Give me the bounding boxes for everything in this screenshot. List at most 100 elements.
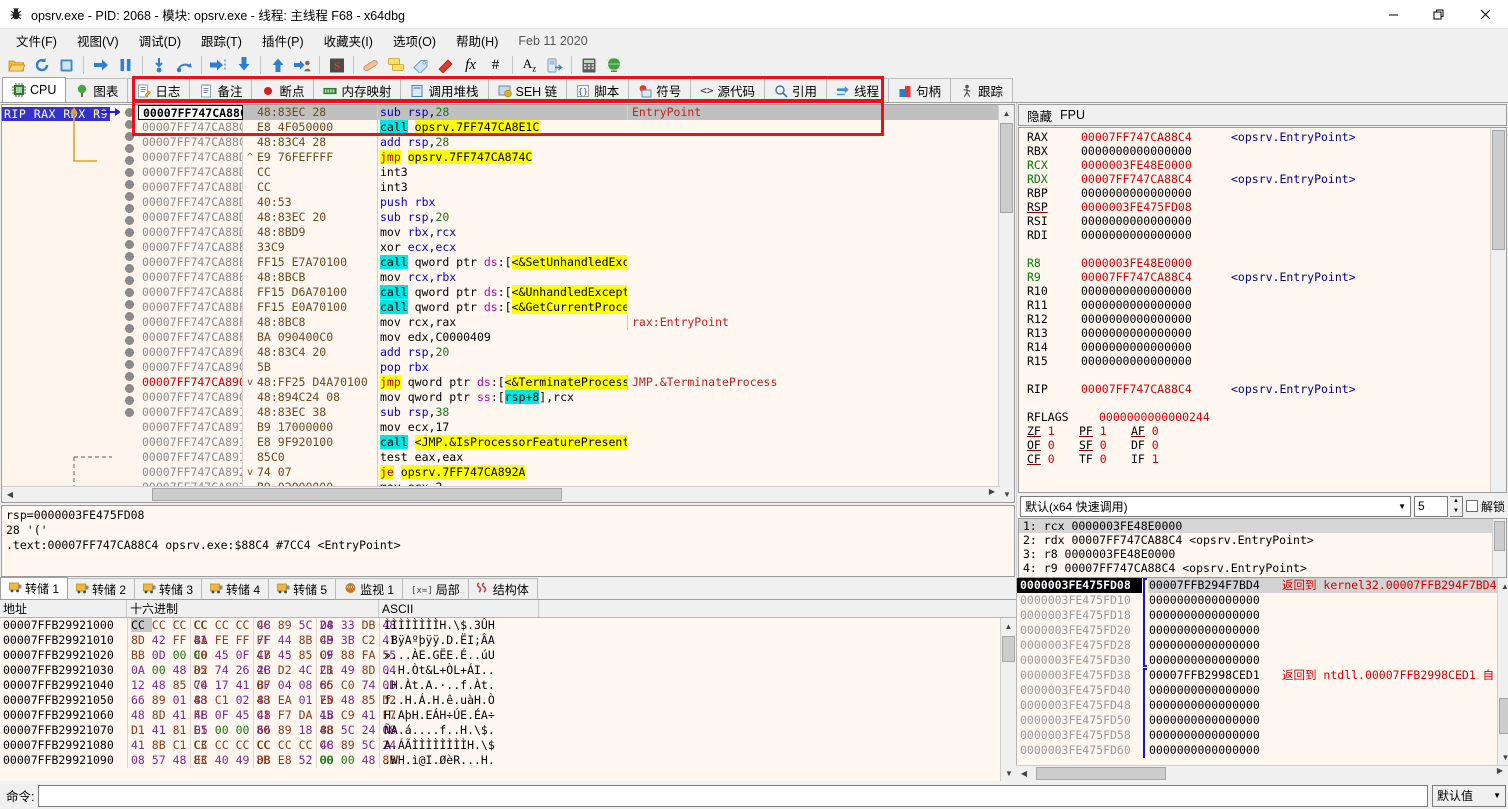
tab-graph[interactable]: 图表 bbox=[65, 78, 129, 102]
dump-tab-5[interactable]: 转储 5 bbox=[268, 578, 337, 599]
skip-button[interactable]: S bbox=[324, 53, 349, 77]
tab-call-stack[interactable]: 调用堆栈 bbox=[400, 78, 489, 102]
tab-trace[interactable]: 跟踪 bbox=[950, 78, 1014, 102]
scroll-thumb[interactable] bbox=[1494, 521, 1505, 551]
hide-fpu-link[interactable]: 隐藏 bbox=[1027, 106, 1052, 125]
stack-row[interactable]: 0000003FE475FD58 0000000000000000 bbox=[1017, 728, 1497, 743]
dump-panel[interactable]: 00007FFB29921000 CC CC CC CC CC CC CC CC 48… bbox=[0, 618, 1016, 781]
dump-tab-2[interactable]: 转储 2 bbox=[67, 578, 136, 599]
disassembly-row[interactable]: 00007FF747CA891F 85C0 test eax,eax bbox=[138, 450, 998, 465]
breakpoint-dot[interactable] bbox=[124, 384, 134, 393]
step-over-button[interactable] bbox=[172, 53, 197, 77]
scroll-up-arrow[interactable]: ▲ bbox=[1498, 578, 1508, 594]
flag-df[interactable]: DF 0 bbox=[1131, 438, 1183, 452]
restart-button[interactable] bbox=[29, 53, 54, 77]
register-list[interactable]: RAX 00007FF747CA88C4 <opsrv.EntryPoint> RBX… bbox=[1019, 128, 1490, 492]
dump-tab-8[interactable]: 结构体 bbox=[467, 578, 538, 599]
fpu-label[interactable]: FPU bbox=[1060, 108, 1085, 122]
attach-button[interactable] bbox=[601, 53, 626, 77]
disassembly-row[interactable]: 00007FF747CA8905 v 48:FF25 D4A70100 jmp qwo… bbox=[138, 375, 998, 390]
breakpoint-dot[interactable] bbox=[124, 192, 134, 201]
disassembly-row[interactable]: 00007FF747CA88EC FF15 D6A70100 call qword … bbox=[138, 285, 998, 300]
breakpoint-dot[interactable] bbox=[124, 324, 134, 333]
menu-file[interactable]: 文件(F) bbox=[6, 28, 67, 53]
font-button[interactable]: Az bbox=[517, 53, 542, 77]
disassembly-row[interactable]: 00007FF747CA88D8 40:53 push rbx bbox=[138, 195, 998, 210]
breakpoint-dot[interactable] bbox=[124, 300, 134, 309]
calculator-button[interactable] bbox=[576, 53, 601, 77]
flag-pf[interactable]: PF 1 bbox=[1079, 424, 1131, 438]
breakpoint-dot[interactable] bbox=[124, 408, 134, 417]
disassembly-vscrollbar[interactable]: ▲ ▼ bbox=[998, 105, 1014, 503]
dump-row[interactable]: 00007FFB29921030 0A 00 48 85 D2 74 26 4C 2B… bbox=[0, 663, 1000, 678]
scroll-up-arrow[interactable]: ▲ bbox=[1001, 618, 1016, 634]
dump-row[interactable]: 00007FFB29921060 48 8D 41 FE 48 0F 45 C1 48… bbox=[0, 708, 1000, 723]
dump-row[interactable]: 00007FFB29921080 41 8B C1 C3 CC CC CC CC CC… bbox=[0, 738, 1000, 753]
register-row[interactable]: RBX 0000000000000000 bbox=[1027, 144, 1490, 158]
label-button[interactable] bbox=[408, 53, 433, 77]
scroll-down-arrow[interactable]: ▼ bbox=[1498, 749, 1508, 765]
breakpoint-dot[interactable] bbox=[124, 276, 134, 285]
register-row[interactable]: RCX 0000003FE48E0000 bbox=[1027, 158, 1490, 172]
stack-row[interactable]: 0000003FE475FD50 0000000000000000 bbox=[1017, 713, 1497, 728]
scroll-thumb[interactable] bbox=[1492, 130, 1505, 250]
stop-button[interactable] bbox=[54, 53, 79, 77]
disassembly-row[interactable]: 00007FF747CA88F2 FF15 E0A70100 call qword … bbox=[138, 300, 998, 315]
column-header-ascii[interactable]: ASCII bbox=[379, 600, 539, 617]
disassembly-rows[interactable]: 00007FF747CA88C4 48:83EC 28 sub rsp,28 Entr… bbox=[138, 105, 998, 502]
disassembly-row[interactable]: 00007FF747CA8900 48:83C4 20 add rsp,20 bbox=[138, 345, 998, 360]
argument-row[interactable]: 2: rdx 00007FF747CA88C4 <opsrv.EntryPoin… bbox=[1019, 533, 1492, 547]
breakpoint-dot[interactable] bbox=[124, 312, 134, 321]
register-row[interactable]: RDX 00007FF747CA88C4 <opsrv.EntryPoint> bbox=[1027, 172, 1490, 186]
scroll-left-arrow[interactable]: ◀ bbox=[2, 487, 18, 502]
register-row[interactable]: R15 0000000000000000 bbox=[1027, 354, 1490, 368]
dump-row[interactable]: 00007FFB29921070 D1 41 81 E1 05 00 00 80 66… bbox=[0, 723, 1000, 738]
disassembly-row[interactable]: 00007FF747CA88D6 CC int3 bbox=[138, 165, 998, 180]
stack-vscrollbar[interactable]: ▲ ▼ bbox=[1496, 578, 1508, 765]
dump-tab-4[interactable]: 转储 4 bbox=[201, 578, 270, 599]
disassembly-row[interactable]: 00007FF747CA88D7 CC int3 bbox=[138, 180, 998, 195]
breakpoint-column[interactable] bbox=[120, 105, 138, 503]
register-row[interactable]: R10 0000000000000000 bbox=[1027, 284, 1490, 298]
menu-trace[interactable]: 跟踪(T) bbox=[191, 28, 252, 53]
flag-zf[interactable]: ZF 1 bbox=[1027, 424, 1079, 438]
disassembly-row[interactable]: 00007FF747CA88C8 E8 4F050000 call opsrv.7F… bbox=[138, 120, 998, 135]
open-button[interactable] bbox=[4, 53, 29, 77]
run-to-user-code-button[interactable] bbox=[290, 53, 315, 77]
disassembly-row[interactable]: 00007FF747CA890C 48:894C24 08 mov qword pt… bbox=[138, 390, 998, 405]
breakpoint-dot[interactable] bbox=[124, 216, 134, 225]
tab-seh-chain[interactable]: ! SEH 链 bbox=[487, 78, 568, 102]
column-header-extra[interactable] bbox=[539, 600, 1016, 617]
tab-breakpoints[interactable]: 断点 bbox=[251, 78, 315, 102]
breakpoint-dot[interactable] bbox=[124, 144, 134, 153]
comment-button[interactable] bbox=[383, 53, 408, 77]
disassembly-row[interactable]: 00007FF747CA88DE 48:8BD9 mov rbx,rcx bbox=[138, 225, 998, 240]
scroll-thumb[interactable] bbox=[1000, 123, 1013, 213]
minimize-button[interactable] bbox=[1370, 0, 1416, 29]
stack-row[interactable]: 0000003FE475FD20 0000000000000000 bbox=[1017, 623, 1497, 638]
breakpoint-dot[interactable] bbox=[124, 108, 134, 117]
stack-row[interactable]: 0000003FE475FD18 0000000000000000 bbox=[1017, 608, 1497, 623]
tab-handles[interactable]: 句柄 bbox=[888, 78, 952, 102]
menu-debug[interactable]: 调试(D) bbox=[129, 28, 191, 53]
register-row[interactable]: RSI 0000000000000000 bbox=[1027, 214, 1490, 228]
breakpoint-dot[interactable] bbox=[124, 336, 134, 345]
bookmark-button[interactable] bbox=[433, 53, 458, 77]
stack-row[interactable]: 0000003FE475FD10 0000000000000000 bbox=[1017, 593, 1497, 608]
arguments-vscrollbar[interactable] bbox=[1492, 519, 1506, 577]
scroll-right-arrow[interactable]: ▶ bbox=[984, 487, 1000, 496]
tab-symbols[interactable]: 符号 bbox=[628, 78, 692, 102]
dump-tab-7[interactable]: [x=] 局部 bbox=[402, 578, 469, 599]
scroll-thumb-h[interactable] bbox=[152, 488, 562, 502]
register-row[interactable]: R8 0000003FE48E0000 bbox=[1027, 256, 1490, 270]
command-mode-select[interactable]: 默认值 ▼ bbox=[1432, 784, 1506, 807]
scroll-left-arrow[interactable]: ◀ bbox=[1016, 766, 1032, 781]
disassembly-row[interactable]: 00007FF747CA891A E8 9F920100 call <JMP.&Is… bbox=[138, 435, 998, 450]
menu-favourites[interactable]: 收藏夹(I) bbox=[314, 28, 383, 53]
scroll-right-arrow[interactable]: ▶ bbox=[1492, 766, 1508, 775]
stack-row[interactable]: 0000003FE475FD40 0000000000000000 bbox=[1017, 683, 1497, 698]
stack-row[interactable]: 0000003FE475FD30 0000000000000000 bbox=[1017, 653, 1497, 668]
register-row[interactable]: RBP 0000000000000000 bbox=[1027, 186, 1490, 200]
tab-log[interactable]: 日志 bbox=[127, 78, 191, 102]
column-header-address[interactable]: 地址 bbox=[0, 600, 127, 617]
